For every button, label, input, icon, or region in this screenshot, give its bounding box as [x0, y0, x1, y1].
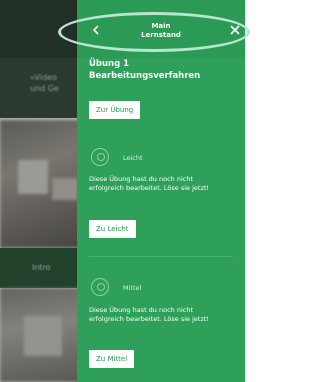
zur-uebung-button[interactable]: Zur Übung [89, 101, 141, 119]
chevron-left-icon[interactable] [91, 24, 101, 36]
section-divider [89, 256, 233, 257]
panel-header: Main Lernstand [77, 0, 245, 58]
difficulty-easy-label: Leicht [123, 154, 143, 162]
zu-leicht-button[interactable]: Zu Leicht [89, 220, 136, 238]
difficulty-medium-label: Mittel [123, 284, 142, 292]
lernstand-panel: Main Lernstand Übung 1 Bearbeitungsverfa… [77, 0, 245, 382]
panel-title-line-2: Lernstand [141, 31, 181, 39]
difficulty-medium-icon [91, 278, 109, 296]
page-edge [245, 0, 257, 382]
close-icon[interactable] [229, 24, 241, 36]
exercise-title-line-1: Übung 1 [89, 59, 130, 69]
difficulty-easy-icon [91, 148, 109, 166]
difficulty-medium-description: Diese Übung hast du noch nicht erfolgrei… [89, 306, 210, 323]
difficulty-easy-description: Diese Übung hast du noch nicht erfolgrei… [89, 175, 210, 192]
panel-title-line-1: Main [151, 22, 171, 30]
zu-mittel-button[interactable]: Zu Mittel [89, 350, 135, 368]
exercise-title-line-2: Bearbeitungsverfahren [89, 71, 201, 81]
panel-title: Main Lernstand [113, 22, 209, 40]
exercise-title: Übung 1 Bearbeitungsverfahren [89, 58, 239, 82]
